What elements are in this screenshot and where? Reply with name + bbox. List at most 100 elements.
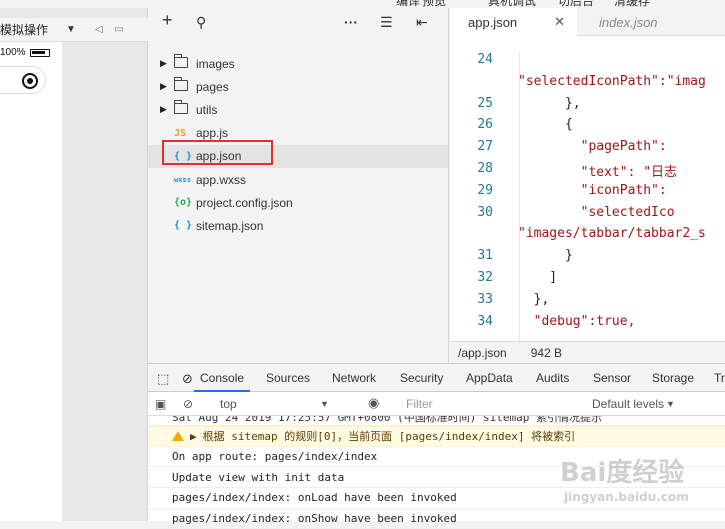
line-text: ] [518, 269, 558, 285]
tab-index-json[interactable]: index.json [577, 8, 670, 36]
sort-icon[interactable]: ☰ [380, 14, 393, 31]
close-icon[interactable]: ✕ [554, 14, 565, 30]
chevron-down-icon[interactable]: ▼ [66, 24, 78, 35]
devtools-tabs: ⬚ ⊘ Console Sources Network Security App… [148, 364, 725, 392]
code-line: 28 "text": "日志 [450, 161, 725, 183]
line-number: 26 [477, 117, 493, 133]
tab-appdata[interactable]: AppData [466, 371, 513, 385]
line-text: "iconPath": [518, 182, 675, 198]
line-number: 34 [477, 313, 493, 329]
warning-icon [172, 431, 184, 442]
code-line: "images/tabbar/tabbar2_s [450, 226, 725, 248]
line-text: "selectedIconPath":"imag [518, 73, 706, 89]
remote-debug-button[interactable]: 真机调试 [488, 0, 536, 8]
tab-console[interactable]: Console [194, 364, 251, 392]
tree-file-sitemap-json[interactable]: { } sitemap.json [148, 214, 448, 237]
disclosure-triangle-icon[interactable]: ▶ [190, 430, 197, 443]
line-number: 25 [477, 95, 493, 111]
caret-right-icon[interactable]: ▶ [160, 58, 167, 69]
code-area[interactable]: 24 "selectedIconPath":"imag 25 }, 26 { 2… [450, 52, 725, 342]
tree-file-project-config[interactable]: {o} project.config.json [148, 191, 448, 214]
line-text: "pagePath": [518, 139, 675, 155]
tab-label: app.json [468, 14, 518, 30]
tree-item-label: utils [196, 102, 218, 117]
add-icon[interactable]: + [162, 10, 173, 31]
watermark-main: Bai度经验 [560, 458, 685, 488]
line-number: 27 [477, 139, 493, 155]
simulate-operation-select[interactable]: 模拟操作 [0, 21, 62, 38]
line-number: 24 [477, 52, 493, 67]
window-icon[interactable]: ▭ [112, 23, 126, 37]
code-line: 33 }, [450, 292, 725, 314]
code-line: 27 "pagePath": [450, 139, 725, 161]
levels-select[interactable]: Default levels [592, 397, 664, 411]
clear-icon[interactable]: ⊘ [183, 397, 193, 411]
simulator-panel: 模拟操作 ▼ ◁ ▭ 100% [0, 8, 148, 521]
block-icon[interactable]: ⊘ [182, 371, 193, 387]
search-icon[interactable]: ⚲ [196, 14, 206, 31]
tree-item-label: app.js [196, 126, 229, 141]
collapse-icon[interactable]: ⇤ [416, 14, 428, 31]
editor-tabs: app.json ✕ index.json [450, 8, 725, 36]
battery-icon [30, 49, 50, 57]
line-text: "debug":true, [518, 313, 636, 329]
preview-button[interactable]: 预览 [422, 0, 446, 8]
inspect-icon[interactable]: ⬚ [157, 371, 169, 387]
tree-item-label: images [196, 56, 235, 71]
context-select[interactable]: top [220, 397, 237, 411]
volume-icon[interactable]: ◁ [92, 23, 106, 37]
watermark: Bai度经验 jingyan.baidu.com [560, 452, 720, 512]
tree-item-label: project.config.json [196, 195, 293, 210]
code-line: 30 "selectedIco [450, 205, 725, 227]
line-text: { [518, 117, 573, 133]
watermark-sub: jingyan.baidu.com [564, 490, 689, 504]
compile-button[interactable]: 编译 [396, 0, 420, 8]
line-number: 33 [477, 291, 493, 307]
js-file-icon: JS [174, 127, 187, 139]
line-text: } [518, 248, 573, 264]
file-size: 942 B [530, 345, 563, 360]
tab-network[interactable]: Network [332, 371, 376, 385]
code-line: 32 ] [450, 270, 725, 292]
eye-icon[interactable]: ◉ [368, 395, 379, 411]
code-line: 25 }, [450, 96, 725, 118]
tab-app-json[interactable]: app.json ✕ [450, 8, 577, 36]
caret-right-icon[interactable]: ▶ [160, 81, 167, 92]
line-text: "images/tabbar/tabbar2_s [518, 226, 706, 242]
tab-storage[interactable]: Storage [652, 371, 694, 385]
sidebar-toggle-icon[interactable]: ▣ [155, 397, 166, 411]
folder-icon [174, 54, 188, 68]
chevron-down-icon[interactable]: ▼ [320, 399, 329, 409]
tree-folder-images[interactable]: ▶ images [148, 52, 448, 75]
chevron-down-icon[interactable]: ▼ [666, 399, 675, 409]
close-target-icon[interactable] [22, 73, 38, 89]
tab-trace[interactable]: Tr [714, 371, 725, 385]
console-filter-bar: ▣ ⊘ top ▼ ◉ Filter Default levels ▼ [148, 392, 725, 416]
tab-sources[interactable]: Sources [266, 371, 310, 385]
background-button[interactable]: 切后台 [558, 0, 594, 8]
tab-security[interactable]: Security [400, 371, 443, 385]
tree-folder-utils[interactable]: ▶ utils [148, 98, 448, 121]
line-text: }, [518, 95, 581, 111]
tree-file-app-wxss[interactable]: wxss app.wxss [148, 168, 448, 191]
code-line: 26 { [450, 117, 725, 139]
line-text: "text": "日志 [518, 164, 678, 180]
tab-audits[interactable]: Audits [536, 371, 569, 385]
highlight-box [162, 140, 273, 165]
more-icon[interactable]: ··· [344, 14, 358, 30]
json-file-icon: { } [174, 220, 193, 232]
tree-folder-pages[interactable]: ▶ pages [148, 75, 448, 98]
tree-item-label: pages [196, 79, 229, 94]
folder-icon [174, 77, 188, 92]
filter-input[interactable]: Filter [406, 397, 433, 411]
caret-right-icon[interactable]: ▶ [160, 104, 167, 115]
code-line: "selectedIconPath":"imag [450, 74, 725, 96]
battery-text: 100% [0, 47, 26, 58]
clear-cache-button[interactable]: 清缓存 [614, 0, 650, 8]
editor-status-bar: /app.json 942 B [450, 341, 725, 363]
line-text: "selectedIco [518, 204, 675, 220]
tab-sensor[interactable]: Sensor [593, 371, 631, 385]
console-warning-line: ▶ 根据 sitemap 的规则[0]，当前页面 [pages/index/in… [148, 426, 725, 447]
top-toolbar-clipped: 编译 预览 真机调试 切后台 清缓存 [380, 0, 725, 8]
tab-label: index.json [599, 14, 658, 30]
